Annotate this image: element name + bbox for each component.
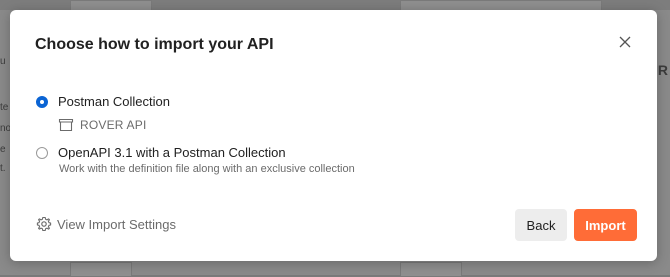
background-text: t. (0, 163, 6, 174)
background-text: u (0, 56, 6, 67)
radio-openapi-with-collection[interactable] (36, 146, 48, 159)
collection-name-row: ROVER API (58, 118, 147, 132)
option-label: OpenAPI 3.1 with a Postman Collection (58, 145, 286, 160)
option-postman-collection[interactable]: Postman Collection (36, 94, 170, 109)
import-button[interactable]: Import (574, 209, 637, 241)
view-import-settings-link[interactable]: View Import Settings (36, 216, 176, 232)
gear-icon (36, 216, 52, 232)
collection-icon (58, 118, 74, 132)
option-description: Work with the definition file along with… (59, 163, 355, 175)
option-openapi-with-collection[interactable]: OpenAPI 3.1 with a Postman Collection (36, 145, 286, 160)
close-button[interactable] (615, 34, 635, 54)
background-text: te (0, 102, 9, 113)
back-button[interactable]: Back (515, 209, 567, 241)
close-icon (619, 35, 631, 53)
collection-name: ROVER API (80, 118, 147, 132)
dialog-title: Choose how to import your API (35, 36, 274, 53)
background-text: e (0, 144, 6, 155)
option-label: Postman Collection (58, 94, 170, 109)
import-api-dialog: Choose how to import your API Postman Co… (10, 10, 657, 261)
radio-postman-collection[interactable] (36, 95, 48, 108)
view-import-settings-label: View Import Settings (57, 216, 176, 232)
